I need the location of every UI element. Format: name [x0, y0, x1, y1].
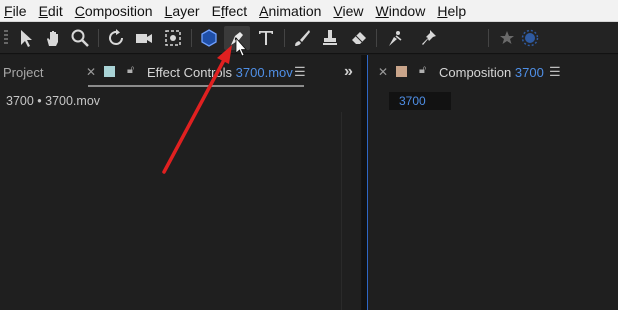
toolbar-divider [284, 29, 285, 47]
camera-tool-icon[interactable] [131, 26, 157, 50]
shape-tool-icon[interactable] [196, 26, 222, 50]
toolbar-grip[interactable] [4, 30, 8, 46]
label-color-swatch [104, 66, 115, 77]
panel-menu-icon[interactable]: ☰ [294, 64, 306, 80]
close-icon[interactable]: ✕ [86, 65, 96, 79]
selection-tool-icon[interactable] [13, 26, 39, 50]
zoom-tool-icon[interactable] [67, 26, 93, 50]
tab-effect-controls-label: Effect Controls [147, 65, 233, 80]
tools-toolbar [0, 22, 618, 54]
composition-chip[interactable]: 3700 [389, 92, 451, 110]
tab-project[interactable]: Project [3, 65, 43, 80]
tab-composition-label: Composition [439, 65, 512, 80]
lock-icon[interactable]: 🔓︎ [419, 64, 426, 77]
breadcrumb: 3700 • 3700.mov [6, 94, 101, 108]
tab-composition[interactable]: Composition 3700 [439, 65, 544, 80]
menu-edit[interactable]: Edit [39, 0, 63, 22]
menu-window[interactable]: Window [376, 0, 426, 22]
tab-composition-name: 3700 [514, 65, 544, 80]
effect-controls-panel: Project ✕ 🔓︎ Effect Controls 3700.mov ☰ … [0, 55, 362, 310]
menu-effect[interactable]: Effect [212, 0, 248, 22]
column-divider [341, 112, 342, 310]
pan-behind-tool-icon[interactable] [160, 26, 186, 50]
menu-composition[interactable]: Composition [75, 0, 153, 22]
close-icon[interactable]: ✕ [378, 65, 388, 79]
toolbar-divider [376, 29, 377, 47]
roto-brush-tool-icon[interactable] [382, 26, 408, 50]
toolbar-divider [191, 29, 192, 47]
toolbar-divider [98, 29, 99, 47]
tab-effect-controls[interactable]: Effect Controls 3700.mov [147, 65, 293, 80]
tab-effect-controls-file: 3700.mov [235, 65, 293, 80]
snapping-icon[interactable] [517, 26, 543, 50]
rotation-tool-icon[interactable] [104, 26, 130, 50]
active-tab-underline [88, 85, 304, 87]
type-tool-icon[interactable] [253, 26, 279, 50]
menu-file[interactable]: File [4, 0, 27, 22]
menu-bar: File Edit Composition Layer Effect Anima… [0, 0, 618, 22]
label-color-swatch [396, 66, 407, 77]
lock-icon[interactable]: 🔓︎ [127, 64, 134, 77]
hand-tool-icon[interactable] [40, 26, 66, 50]
menu-view[interactable]: View [333, 0, 363, 22]
pen-tool-icon[interactable] [224, 26, 250, 50]
left-panel-tabs: Project ✕ 🔓︎ Effect Controls 3700.mov ☰ … [0, 55, 361, 89]
menu-help[interactable]: Help [437, 0, 466, 22]
clone-stamp-tool-icon[interactable] [317, 26, 343, 50]
menu-layer[interactable]: Layer [165, 0, 200, 22]
chevron-double-right-icon[interactable]: » [344, 63, 353, 81]
composition-panel: ✕ 🔓︎ Composition 3700 ☰ 3700 [367, 55, 618, 310]
eraser-tool-icon[interactable] [346, 26, 372, 50]
puppet-pin-tool-icon[interactable] [416, 26, 442, 50]
toolbar-divider [488, 29, 489, 47]
panel-menu-icon[interactable]: ☰ [549, 64, 561, 80]
brush-tool-icon[interactable] [289, 26, 315, 50]
menu-animation[interactable]: Animation [259, 0, 321, 22]
composition-tabs: ✕ 🔓︎ Composition 3700 ☰ [368, 55, 618, 89]
